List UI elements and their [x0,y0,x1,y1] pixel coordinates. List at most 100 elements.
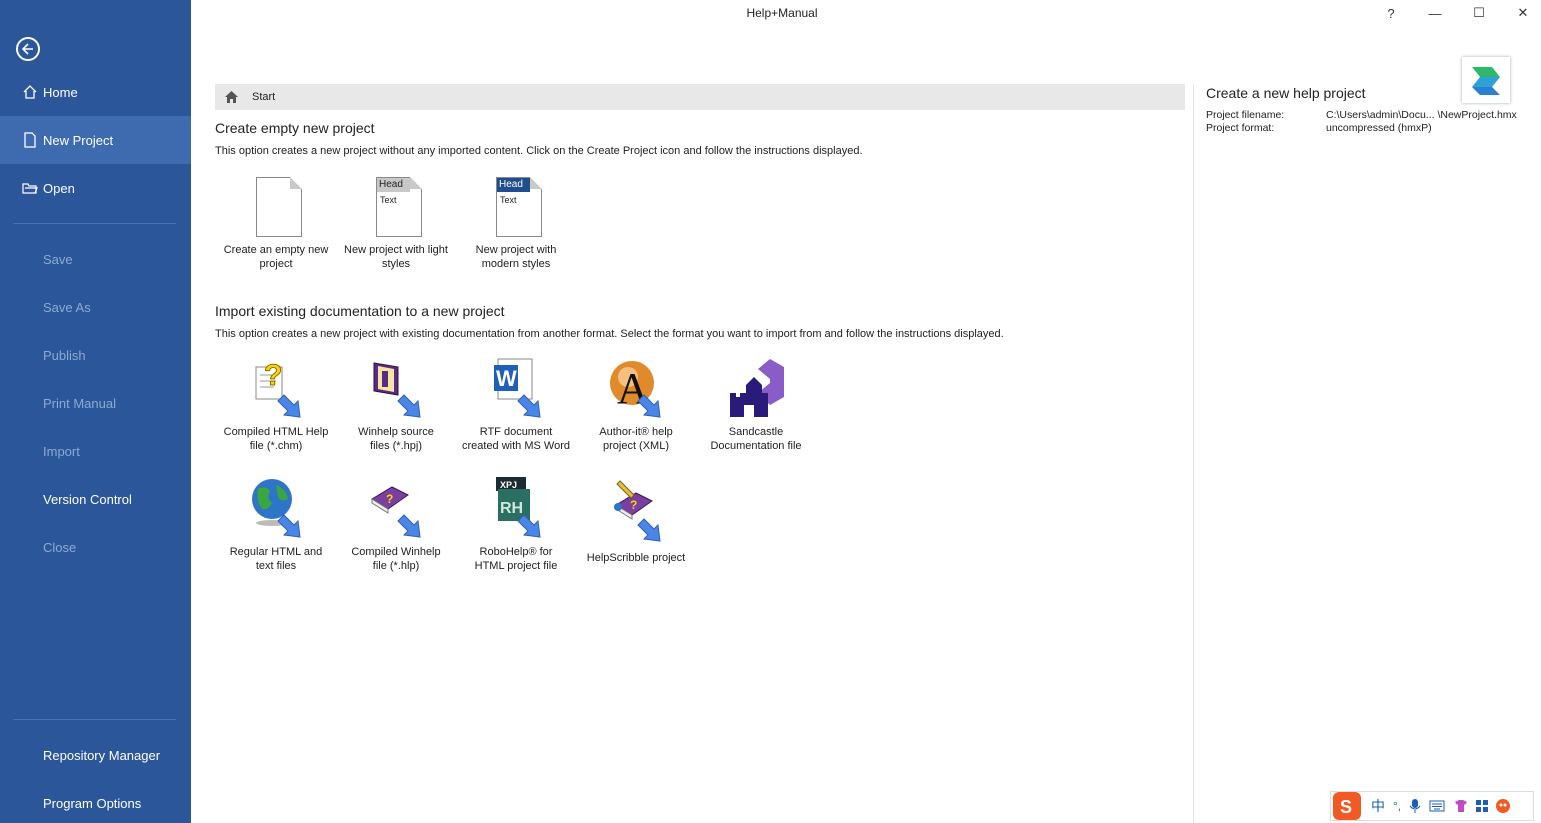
ime-chinese-mode[interactable]: 中 [1371,796,1385,816]
sidebar-item-save-as[interactable]: Save As [0,283,191,331]
import-section-title: Import existing documentation to a new p… [215,303,505,319]
tile-label: file (*.chm) [249,440,303,452]
rh-badge: RH [500,500,523,517]
create-empty-project-tile[interactable]: Create an empty new project [216,175,336,271]
modern-styles-document-icon: Head Text [484,175,548,241]
window-title: Help+Manual [746,6,818,20]
tile-label: RTF document [479,426,553,438]
svg-text:?: ? [264,359,282,392]
tile-label: Sandcastle [728,426,784,438]
tile-label: RoboHelp® for [479,546,553,558]
close-window-button[interactable]: ✕ [1513,4,1533,22]
sidebar-item-publish[interactable]: Publish [0,331,191,379]
sidebar-item-label: Home [43,84,78,100]
svg-text:?: ? [386,492,393,506]
svg-text:W: W [496,366,517,391]
tile-label: created with MS Word [461,440,570,452]
import-authorit-tile[interactable]: A Author-it® help project (XML) [576,357,696,453]
winhelp-book-icon [364,357,428,423]
light-styles-project-tile[interactable]: Head Text New project with light styles [336,175,456,271]
tile-label: Compiled HTML Help [223,426,329,438]
doc-head-label: Head [497,178,530,192]
globe-icon [244,477,308,543]
breadcrumb-start[interactable]: Start [252,91,275,103]
sidebar-item-program-options[interactable]: Program Options [0,779,191,823]
modern-styles-project-tile[interactable]: Head Text New project with modern styles [456,175,576,271]
import-helpscribble-tile[interactable]: ? HelpScribble project [576,477,696,565]
import-hlp-tile[interactable]: ? Compiled Winhelp file (*.hlp) [336,477,456,573]
sidebar: Home New Project Open Save Save As Publi… [0,0,191,823]
sandcastle-icon [724,357,788,423]
help-button[interactable]: ? [1381,4,1401,22]
microphone-icon[interactable] [1409,798,1421,814]
sidebar-item-label: Version Control [43,491,132,507]
import-hpj-tile[interactable]: Winhelp source files (*.hpj) [336,357,456,453]
sidebar-item-home[interactable]: Home [0,68,191,116]
sidebar-item-label: Save As [43,299,91,315]
tile-label: New project with light [344,244,448,256]
tile-label: Documentation file [710,440,802,452]
import-chm-tile[interactable]: ? Compiled HTML Help file (*.chm) [216,357,336,453]
sidebar-item-import[interactable]: Import [0,427,191,475]
tile-label: modern styles [481,258,551,270]
project-filename-value: C:\Users\admin\Docu... \NewProject.hmx [1326,109,1517,121]
panel-divider [1193,84,1194,823]
right-panel-title: Create a new help project [1206,85,1366,101]
tile-label: New project with [475,244,557,256]
tile-label: Compiled Winhelp [351,546,441,558]
tile-label: Winhelp source [358,426,434,438]
hlp-book-icon: ? [364,477,428,543]
sidebar-item-label: Close [43,539,77,555]
svg-text:?: ? [630,498,637,512]
home-icon [23,85,37,99]
helpscribble-icon: ? [604,477,668,543]
minimize-button[interactable]: — [1425,4,1445,22]
keyboard-icon[interactable] [1429,800,1445,812]
import-robohelp-tile[interactable]: XPJ RH RoboHelp® for HTML project file [456,477,576,573]
home-icon[interactable] [224,90,239,104]
ime-mascot-icon[interactable] [1495,798,1511,814]
breadcrumb: Start [215,84,1185,110]
light-styles-document-icon: Head Text [364,175,428,241]
doc-head-label: Head [377,178,410,192]
project-format-label: Project format: [1206,122,1275,134]
sidebar-item-open[interactable]: Open [0,164,191,212]
tile-label: text files [255,560,297,572]
maximize-button[interactable]: ☐ [1469,4,1489,22]
sidebar-item-label: Import [43,443,80,459]
sidebar-divider [13,719,176,720]
doc-text-label: Text [380,195,397,205]
tile-label: Author-it® help [599,426,673,438]
tile-label: project (XML) [602,440,670,452]
sidebar-item-new-project[interactable]: New Project [0,116,191,164]
tile-label: styles [381,258,411,270]
sidebar-item-label: Print Manual [43,395,116,411]
import-rtf-tile[interactable]: W RTF document created with MS Word [456,357,576,453]
import-sandcastle-tile[interactable]: Sandcastle Documentation file [696,357,816,453]
project-filename-label: Project filename: [1206,109,1285,121]
document-icon [24,132,36,148]
sidebar-item-save[interactable]: Save [0,235,191,283]
sidebar-item-label: Publish [43,347,86,363]
sidebar-item-label: Program Options [43,795,142,811]
sidebar-item-version-control[interactable]: Version Control [0,475,191,523]
xpj-badge: XPJ [500,480,517,490]
toolbox-grid-icon[interactable] [1475,799,1489,813]
sidebar-item-label: New Project [43,132,114,148]
import-html-tile[interactable]: Regular HTML and text files [216,477,336,573]
tile-label: HTML project file [474,560,558,572]
back-arrow-icon[interactable] [16,37,40,61]
tile-label: file (*.hlp) [372,560,420,572]
sidebar-item-close[interactable]: Close [0,523,191,571]
tile-label: Create an empty new [223,244,329,256]
sidebar-divider [13,223,176,224]
ime-punctuation-mode[interactable]: °, [1393,799,1401,813]
tile-label: Regular HTML and [229,546,323,558]
sidebar-item-repository-manager[interactable]: Repository Manager [0,731,191,779]
skin-shirt-icon[interactable] [1453,799,1469,813]
helpmanual-logo-icon [1462,57,1510,103]
sogou-ime-logo-icon[interactable]: S [1331,791,1363,821]
sidebar-item-print-manual[interactable]: Print Manual [0,379,191,427]
tile-label: files (*.hpj) [370,440,422,452]
tile-label: HelpScribble project [586,552,686,564]
